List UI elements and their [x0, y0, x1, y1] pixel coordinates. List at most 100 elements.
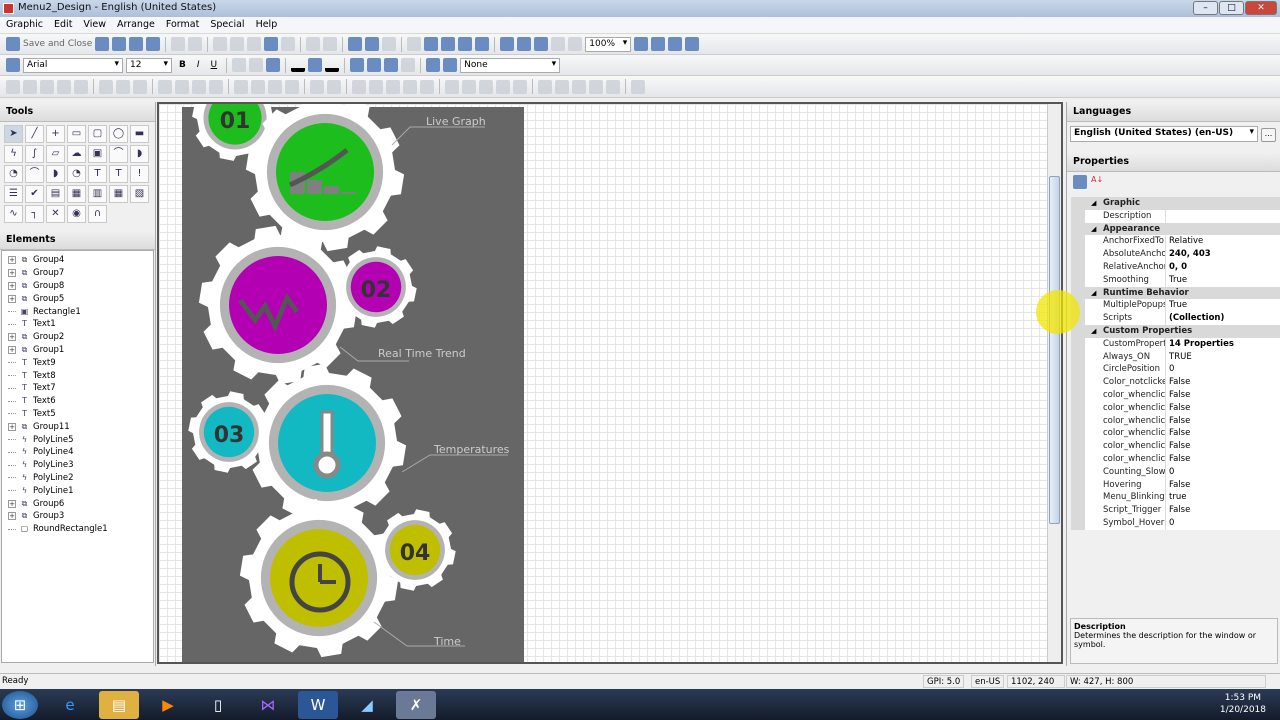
- tree-item-polyline4[interactable]: ϟ PolyLine4: [2, 446, 153, 459]
- arrange-tool-icon[interactable]: [420, 79, 434, 94]
- property-section[interactable]: ◢ Appearance: [1071, 222, 1280, 236]
- chord2-icon[interactable]: ◗: [46, 165, 65, 183]
- tree-item-rectangle1[interactable]: ▣ Rectangle1: [2, 305, 153, 318]
- arrange-tool-icon[interactable]: [234, 79, 248, 94]
- grow-font-icon[interactable]: [232, 58, 247, 72]
- line-icon[interactable]: ╱: [25, 125, 44, 143]
- categorized-icon[interactable]: [1073, 175, 1087, 189]
- arc2-icon[interactable]: ⌒: [25, 165, 44, 183]
- list-icon[interactable]: ☰: [4, 185, 23, 203]
- zoom-selection-icon[interactable]: [551, 37, 566, 51]
- tree-item-text5[interactable]: T Text5: [2, 408, 153, 421]
- properties-icon[interactable]: [112, 37, 127, 51]
- property-section[interactable]: ◢ Runtime Behavior: [1071, 286, 1280, 300]
- arrange-tool-icon[interactable]: [285, 79, 299, 94]
- line-width-icon[interactable]: [350, 58, 365, 72]
- collapse-icon[interactable]: ◢: [1091, 289, 1096, 297]
- arrange-tool-icon[interactable]: [116, 79, 130, 94]
- font-select[interactable]: Arial: [23, 57, 123, 73]
- property-row[interactable]: MultiplePopupsAlloTrue: [1071, 299, 1280, 313]
- arrange-tool-icon[interactable]: [572, 79, 586, 94]
- menu-view[interactable]: View: [77, 17, 111, 30]
- arrange-tool-icon[interactable]: [352, 79, 366, 94]
- tree-item-text6[interactable]: T Text6: [2, 395, 153, 408]
- italic-button[interactable]: I: [193, 60, 204, 70]
- arrange-tool-icon[interactable]: [158, 79, 172, 94]
- property-value[interactable]: False: [1165, 440, 1280, 453]
- sort-alpha-icon[interactable]: A↓: [1091, 175, 1103, 189]
- expand-icon[interactable]: +: [8, 333, 16, 342]
- magic-wand-icon[interactable]: [426, 58, 441, 72]
- word-icon[interactable]: W: [298, 691, 338, 719]
- line-color-icon[interactable]: [291, 58, 306, 72]
- tab-icon[interactable]: ▥: [88, 185, 107, 203]
- line-spacing-icon[interactable]: [384, 58, 399, 72]
- text-icon[interactable]: T: [88, 165, 107, 183]
- rectangle-icon[interactable]: ▭: [67, 125, 86, 143]
- run-icon[interactable]: [129, 37, 144, 51]
- format-painter-icon[interactable]: [281, 37, 296, 51]
- fill-color-icon[interactable]: [308, 58, 323, 72]
- visual-studio-icon[interactable]: ⋈: [248, 691, 288, 719]
- save-and-close-button[interactable]: Save and Close: [23, 39, 92, 49]
- document-icon[interactable]: ▯: [198, 691, 238, 719]
- arrange-tool-icon[interactable]: [403, 79, 417, 94]
- menu-format[interactable]: Format: [160, 17, 204, 30]
- curve-icon[interactable]: ∫: [25, 145, 44, 163]
- cut-icon[interactable]: [230, 37, 245, 51]
- arrange-tool-icon[interactable]: [23, 79, 37, 94]
- arrange-tool-icon[interactable]: [462, 79, 476, 94]
- property-value[interactable]: 0: [1165, 516, 1280, 530]
- plus-icon[interactable]: +: [46, 125, 65, 143]
- polyline-icon[interactable]: ϟ: [4, 145, 23, 163]
- arrange-tool-icon[interactable]: [479, 79, 493, 94]
- chart-icon[interactable]: ∩: [88, 205, 107, 223]
- expand-icon[interactable]: +: [8, 294, 16, 303]
- property-row[interactable]: color_whenclicked3False: [1071, 414, 1280, 428]
- alarm-icon[interactable]: !: [130, 165, 149, 183]
- date-icon[interactable]: ▦: [109, 185, 128, 203]
- property-row[interactable]: RelativeAnchor 0, 0: [1071, 260, 1280, 274]
- import-icon[interactable]: [407, 37, 422, 51]
- trend-icon[interactable]: ∿: [4, 205, 23, 223]
- property-row[interactable]: Description: [1071, 209, 1280, 223]
- media-icon[interactable]: ◉: [67, 205, 86, 223]
- effect-icon[interactable]: [443, 58, 458, 72]
- property-value[interactable]: (Collection): [1165, 312, 1280, 325]
- polygon-icon[interactable]: ▱: [46, 145, 65, 163]
- collapse-icon[interactable]: ◢: [1091, 327, 1096, 335]
- property-value[interactable]: true: [1165, 491, 1280, 505]
- property-row[interactable]: Symbol_Hovering0: [1071, 516, 1280, 530]
- redo-icon[interactable]: [188, 37, 203, 51]
- menu-graphic[interactable]: Graphic: [0, 17, 48, 30]
- property-row[interactable]: color_whenclicked4False: [1071, 427, 1280, 441]
- undo-icon[interactable]: [171, 37, 186, 51]
- arrange-tool-icon[interactable]: [369, 79, 383, 94]
- image-icon[interactable]: ▣: [88, 145, 107, 163]
- cross-icon[interactable]: ✕: [46, 205, 65, 223]
- property-value[interactable]: False: [1165, 376, 1280, 389]
- tree-item-polyline3[interactable]: ϟ PolyLine3: [2, 459, 153, 472]
- ungroup-icon[interactable]: [323, 37, 338, 51]
- checkbox-icon[interactable]: ✔: [25, 185, 44, 203]
- language-select[interactable]: English (United States) (en-US): [1070, 126, 1258, 142]
- tree-item-text1[interactable]: T Text1: [2, 318, 153, 331]
- canvas-grid[interactable]: 01 02 03 04 Live Graph Real Time Trend Tempera…: [159, 104, 1047, 662]
- panel-icon[interactable]: ▧: [130, 185, 149, 203]
- property-row[interactable]: Smoothing True: [1071, 273, 1280, 287]
- edit-icon[interactable]: [382, 37, 397, 51]
- tree-item-group6[interactable]: + ⧉ Group6: [2, 497, 153, 510]
- minimize-button[interactable]: –: [1193, 1, 1218, 15]
- close-button[interactable]: ✕: [1245, 1, 1277, 15]
- expand-icon[interactable]: +: [8, 269, 16, 278]
- tree-item-group4[interactable]: + ⧉ Group4: [2, 254, 153, 267]
- pie2-icon[interactable]: ◔: [67, 165, 86, 183]
- tree-item-group1[interactable]: + ⧉ Group1: [2, 344, 153, 357]
- property-value[interactable]: False: [1165, 401, 1280, 415]
- tree-item-group3[interactable]: + ⧉ Group3: [2, 510, 153, 523]
- arrange-tool-icon[interactable]: [513, 79, 527, 94]
- arrange-tool-icon[interactable]: [496, 79, 510, 94]
- arrange-tool-icon[interactable]: [589, 79, 603, 94]
- expand-icon[interactable]: +: [8, 512, 16, 521]
- menu-graphic-artwork[interactable]: 01 02 03 04 Live Graph Real Time Trend Tempera…: [159, 104, 1047, 662]
